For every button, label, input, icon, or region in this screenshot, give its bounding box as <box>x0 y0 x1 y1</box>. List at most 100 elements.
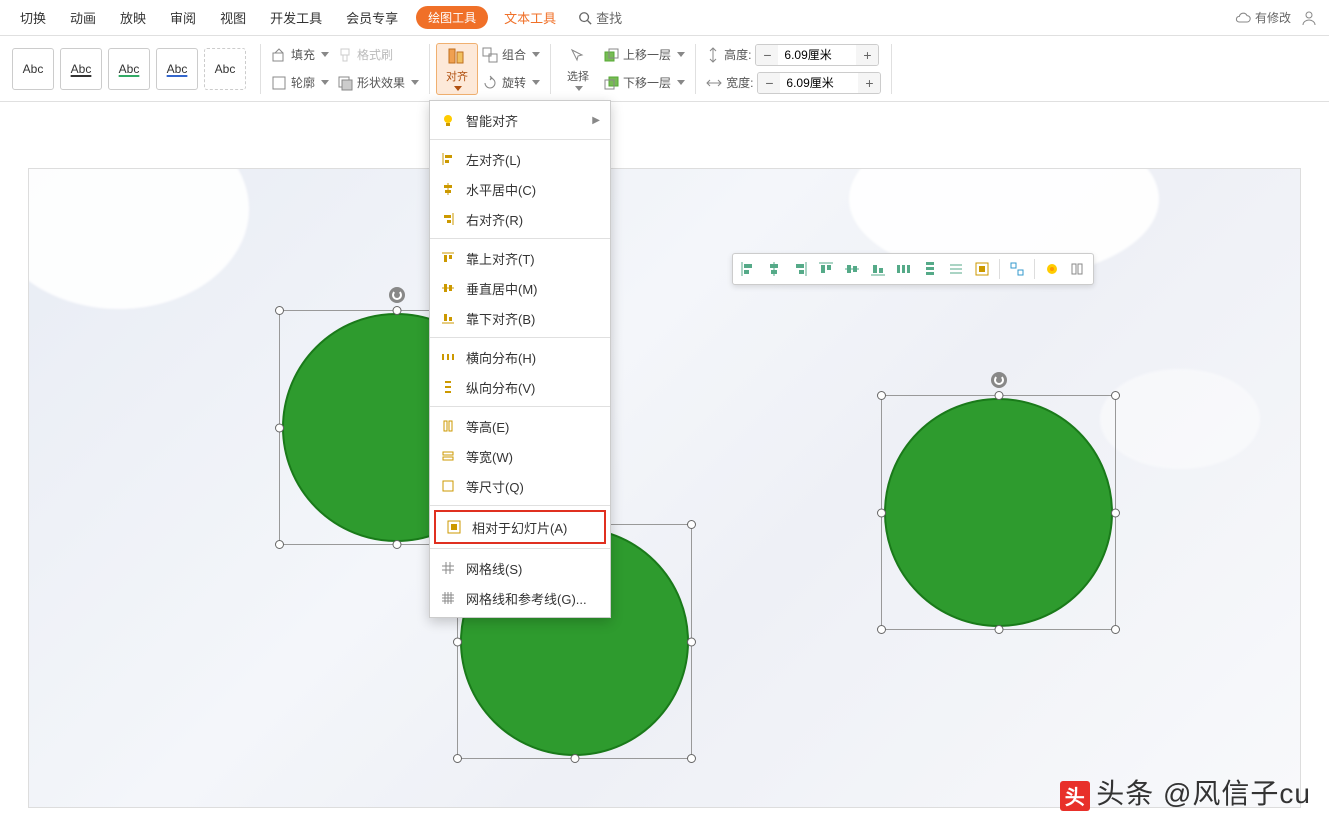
align-hcenter-icon <box>440 181 456 197</box>
tb-align-vcenter[interactable] <box>840 257 864 281</box>
menu-animation[interactable]: 动画 <box>58 8 108 27</box>
preset-4[interactable]: Abc <box>156 48 198 90</box>
menu-review[interactable]: 审阅 <box>158 8 208 27</box>
shape-selection-3[interactable] <box>881 395 1116 630</box>
send-backward-button[interactable]: 下移一层 <box>603 72 685 94</box>
dd-equal-width[interactable]: 等宽(W) <box>430 441 610 471</box>
dd-align-top[interactable]: 靠上对齐(T) <box>430 243 610 273</box>
grid-icon <box>440 560 456 576</box>
align-icon <box>447 46 467 66</box>
format-painter-button: 格式刷 <box>337 44 419 66</box>
height-minus[interactable]: − <box>756 44 778 66</box>
rel-slide-icon <box>446 519 462 535</box>
dd-align-hcenter[interactable]: 水平居中(C) <box>430 174 610 204</box>
drawing-tools-tab[interactable]: 绘图工具 <box>416 6 488 29</box>
select-icon <box>568 46 588 66</box>
tb-align-hcenter[interactable] <box>762 257 786 281</box>
tb-align-right[interactable] <box>788 257 812 281</box>
align-dropdown: 智能对齐▶ 左对齐(L) 水平居中(C) 右对齐(R) 靠上对齐(T) 垂直居中… <box>429 100 611 618</box>
search-icon <box>578 11 592 25</box>
menu-member[interactable]: 会员专享 <box>334 8 410 27</box>
dd-dist-h[interactable]: 横向分布(H) <box>430 342 610 372</box>
up-layer-icon <box>603 47 619 63</box>
user-icon[interactable] <box>1301 10 1317 26</box>
dd-align-right[interactable]: 右对齐(R) <box>430 204 610 234</box>
align-button[interactable]: 对齐 <box>436 43 478 95</box>
outline-button[interactable]: 轮廓 <box>271 72 329 94</box>
tb-rel-slide[interactable] <box>970 257 994 281</box>
grid-guides-icon <box>440 590 456 606</box>
tb-more[interactable] <box>1066 257 1090 281</box>
preset-2[interactable]: Abc <box>60 48 102 90</box>
dd-grid-guides[interactable]: 网格线和参考线(G)... <box>430 583 610 613</box>
dist-v-icon <box>440 379 456 395</box>
preset-5[interactable]: Abc <box>204 48 246 90</box>
width-input[interactable] <box>780 76 858 90</box>
tb-dist-v[interactable] <box>918 257 942 281</box>
bucket-icon <box>271 47 287 63</box>
height-label: 高度: <box>724 46 751 63</box>
tb-align-bottom[interactable] <box>866 257 890 281</box>
search-button[interactable]: 查找 <box>578 8 622 27</box>
dd-equal-size[interactable]: 等尺寸(Q) <box>430 471 610 501</box>
dd-smart-align[interactable]: 智能对齐▶ <box>430 105 610 135</box>
group-icon <box>482 47 498 63</box>
group-button[interactable]: 组合 <box>482 44 540 66</box>
dist-h-icon <box>440 349 456 365</box>
circle-shape-3[interactable] <box>884 398 1113 627</box>
rotate-handle[interactable] <box>389 287 405 303</box>
menubar: 切换 动画 放映 审阅 视图 开发工具 会员专享 绘图工具 文本工具 查找 有修… <box>0 0 1329 36</box>
align-top-icon <box>440 250 456 266</box>
tb-align-top[interactable] <box>814 257 838 281</box>
rotate-button[interactable]: 旋转 <box>482 72 540 94</box>
eq-width-icon <box>440 448 456 464</box>
floating-align-toolbar <box>732 253 1094 285</box>
text-tools-tab[interactable]: 文本工具 <box>504 8 556 27</box>
select-button[interactable]: 选择 <box>557 43 599 95</box>
menu-switch[interactable]: 切换 <box>8 8 58 27</box>
eq-height-icon <box>440 418 456 434</box>
tb-same-size[interactable] <box>1005 257 1029 281</box>
width-spinner[interactable]: − + <box>757 72 881 94</box>
bring-forward-button[interactable]: 上移一层 <box>603 44 685 66</box>
effects-icon <box>337 75 353 91</box>
style-presets: Abc Abc Abc Abc Abc <box>4 48 254 90</box>
menu-view[interactable]: 视图 <box>208 8 258 27</box>
dd-relative-to-slide[interactable]: 相对于幻灯片(A) <box>434 510 606 544</box>
rotate-handle[interactable] <box>991 372 1007 388</box>
width-plus[interactable]: + <box>858 72 880 94</box>
fill-button[interactable]: 填充 <box>271 44 329 66</box>
search-label: 查找 <box>596 8 622 27</box>
preset-3[interactable]: Abc <box>108 48 150 90</box>
tb-smart-align[interactable] <box>1040 257 1064 281</box>
menu-devtools[interactable]: 开发工具 <box>258 8 334 27</box>
height-plus[interactable]: + <box>856 44 878 66</box>
dd-align-vcenter[interactable]: 垂直居中(M) <box>430 273 610 303</box>
rotate-icon <box>482 75 498 91</box>
dd-equal-height[interactable]: 等高(E) <box>430 411 610 441</box>
down-layer-icon <box>603 75 619 91</box>
width-label: 宽度: <box>726 74 753 91</box>
outline-icon <box>271 75 287 91</box>
tb-align-left[interactable] <box>736 257 760 281</box>
dd-align-bottom[interactable]: 靠下对齐(B) <box>430 303 610 333</box>
width-icon <box>706 76 722 90</box>
align-left-icon <box>440 151 456 167</box>
tb-dist-h[interactable] <box>892 257 916 281</box>
cloud-icon <box>1235 12 1251 24</box>
height-spinner[interactable]: − + <box>755 44 879 66</box>
align-vcenter-icon <box>440 280 456 296</box>
slide-canvas[interactable] <box>28 168 1301 808</box>
dd-dist-v[interactable]: 纵向分布(V) <box>430 372 610 402</box>
preset-1[interactable]: Abc <box>12 48 54 90</box>
width-minus[interactable]: − <box>758 72 780 94</box>
tb-eq-spacing[interactable] <box>944 257 968 281</box>
bulb-icon <box>440 112 456 128</box>
dd-align-left[interactable]: 左对齐(L) <box>430 144 610 174</box>
height-input[interactable] <box>778 48 856 62</box>
menu-play[interactable]: 放映 <box>108 8 158 27</box>
shape-effects-button[interactable]: 形状效果 <box>337 72 419 94</box>
status-text: 有修改 <box>1255 9 1291 26</box>
logo-icon: 头 <box>1060 781 1090 811</box>
dd-gridlines[interactable]: 网格线(S) <box>430 553 610 583</box>
